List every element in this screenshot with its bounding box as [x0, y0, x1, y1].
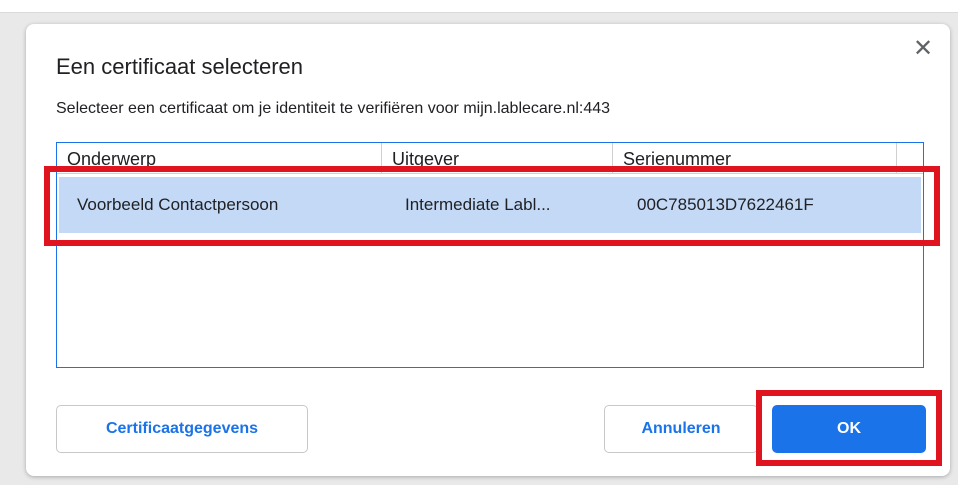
dialog-title: Een certificaat selecteren: [56, 54, 304, 79]
window-top-strip: [0, 0, 958, 12]
highlight-frame-ok: [756, 390, 942, 466]
highlight-frame-row: [44, 166, 940, 246]
window-divider: [0, 12, 958, 13]
close-icon[interactable]: ✕: [910, 36, 936, 62]
certificate-details-button[interactable]: Certificaatgegevens: [56, 405, 308, 453]
dialog-description: Selecteer een certificaat om je identite…: [56, 100, 611, 117]
cancel-button[interactable]: Annuleren: [604, 405, 758, 453]
